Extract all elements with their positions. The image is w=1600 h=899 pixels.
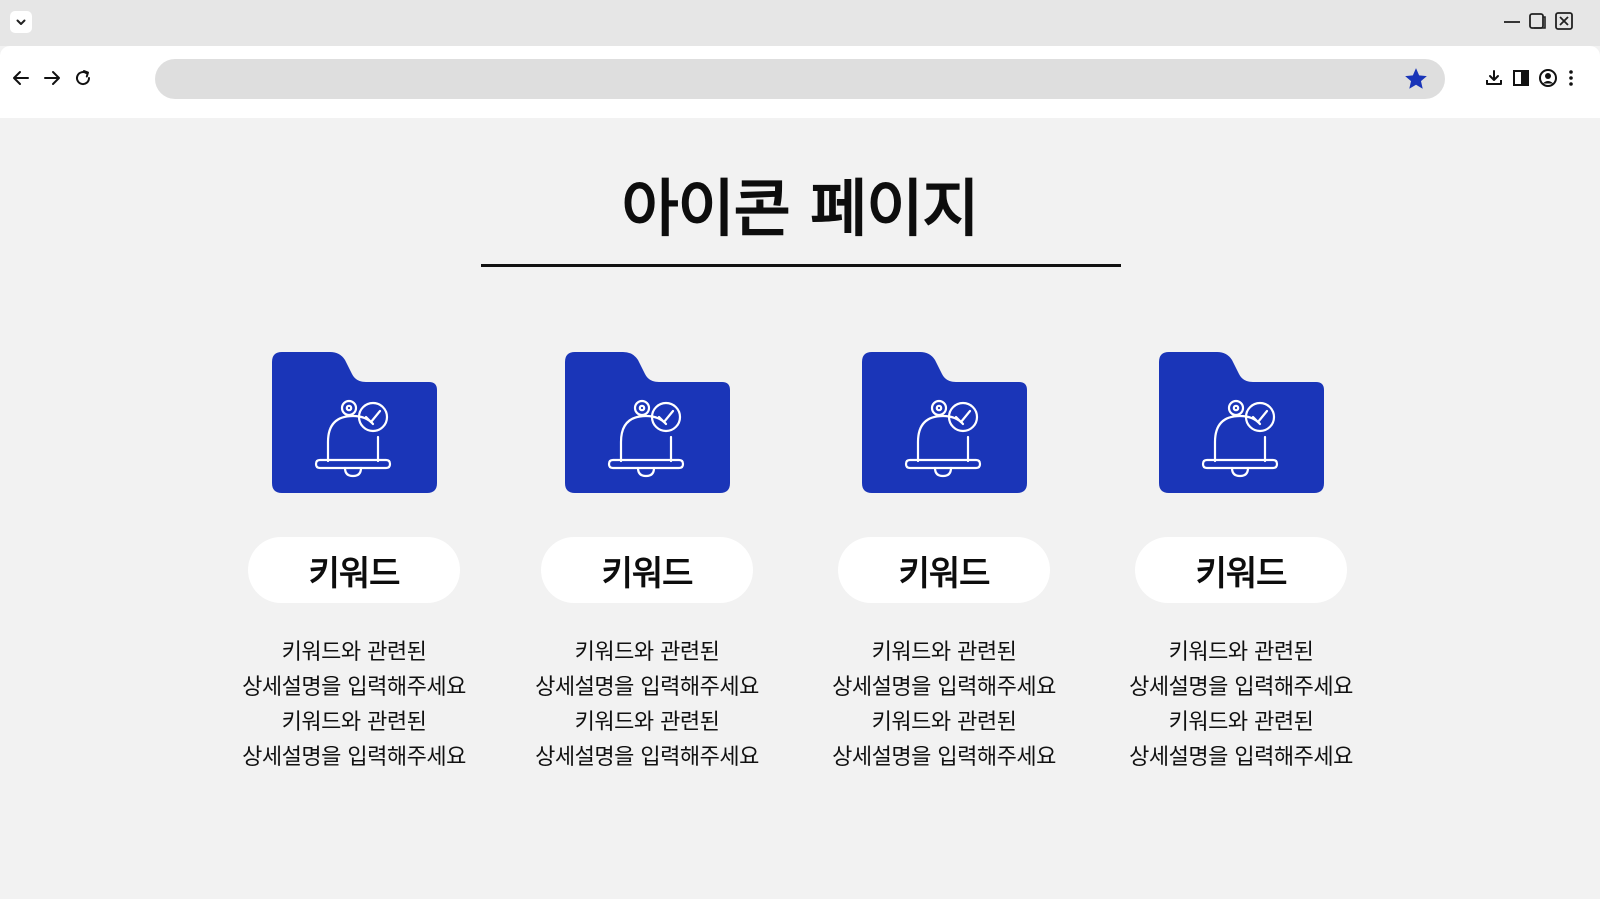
description-line: 상세설명을 입력해주세요 xyxy=(1129,745,1353,770)
description-line: 키워드와 관련된 xyxy=(574,640,720,665)
keyword-description: 키워드와 관련된 상세설명을 입력해주세요 키워드와 관련된 상세설명을 입력해… xyxy=(228,635,480,775)
window-controls xyxy=(1502,10,1574,32)
description-line: 상세설명을 입력해주세요 xyxy=(535,675,759,700)
keyword-label: 키워드 xyxy=(1195,553,1288,594)
folder-bell-icon xyxy=(272,352,437,493)
folder-bell-icon xyxy=(1159,352,1324,493)
description-line: 키워드와 관련된 xyxy=(574,710,720,735)
minimize-icon xyxy=(1504,21,1520,23)
restore-icon xyxy=(1529,13,1546,29)
description-line: 키워드와 관련된 xyxy=(871,640,1017,665)
profile-icon xyxy=(1539,69,1557,87)
keyword-label: 키워드 xyxy=(308,553,401,594)
forward-button[interactable] xyxy=(40,66,64,90)
folder-bell-icon xyxy=(565,352,730,493)
minimize-button[interactable] xyxy=(1502,10,1522,32)
folder-bell-icon xyxy=(862,352,1027,493)
keyword-pill: 키워드 xyxy=(248,537,460,603)
description-line: 키워드와 관련된 xyxy=(281,710,427,735)
tab-search-button[interactable] xyxy=(10,11,32,33)
back-arrow-icon xyxy=(13,71,29,85)
reload-icon xyxy=(76,70,91,86)
browser-toolbar xyxy=(0,46,1600,118)
keyword-pill: 키워드 xyxy=(1135,537,1347,603)
back-button[interactable] xyxy=(9,66,33,90)
title-bar xyxy=(0,0,1600,46)
keyword-label: 키워드 xyxy=(601,553,694,594)
restore-button[interactable] xyxy=(1528,10,1548,32)
sidebar-icon xyxy=(1513,70,1529,86)
description-line: 상세설명을 입력해주세요 xyxy=(242,675,466,700)
description-line: 키워드와 관련된 xyxy=(1168,640,1314,665)
address-bar[interactable] xyxy=(155,59,1445,99)
close-icon xyxy=(1555,12,1573,30)
download-icon xyxy=(1486,70,1502,85)
description-line: 상세설명을 입력해주세요 xyxy=(242,745,466,770)
profile-button[interactable] xyxy=(1536,66,1560,90)
reload-button[interactable] xyxy=(71,66,95,90)
keyword-pill: 키워드 xyxy=(838,537,1050,603)
title-divider xyxy=(481,264,1121,267)
description-line: 키워드와 관련된 xyxy=(281,640,427,665)
close-button[interactable] xyxy=(1554,10,1574,32)
keyword-pill: 키워드 xyxy=(541,537,753,603)
description-line: 키워드와 관련된 xyxy=(871,710,1017,735)
keyword-label: 키워드 xyxy=(898,553,991,594)
download-button[interactable] xyxy=(1482,66,1506,90)
star-icon[interactable] xyxy=(1403,66,1429,92)
description-line: 상세설명을 입력해주세요 xyxy=(535,745,759,770)
keyword-description: 키워드와 관련된 상세설명을 입력해주세요 키워드와 관련된 상세설명을 입력해… xyxy=(818,635,1070,775)
keyword-description: 키워드와 관련된 상세설명을 입력해주세요 키워드와 관련된 상세설명을 입력해… xyxy=(1115,635,1367,775)
description-line: 상세설명을 입력해주세요 xyxy=(1129,675,1353,700)
sidebar-button[interactable] xyxy=(1509,66,1533,90)
description-line: 상세설명을 입력해주세요 xyxy=(832,745,1056,770)
keyword-description: 키워드와 관련된 상세설명을 입력해주세요 키워드와 관련된 상세설명을 입력해… xyxy=(521,635,773,775)
more-menu-button[interactable] xyxy=(1559,66,1583,90)
forward-arrow-icon xyxy=(44,71,60,85)
more-vertical-icon xyxy=(1569,70,1573,86)
description-line: 상세설명을 입력해주세요 xyxy=(832,675,1056,700)
chevron-down-icon xyxy=(16,19,26,25)
description-line: 키워드와 관련된 xyxy=(1168,710,1314,735)
page-title: 아이콘 페이지 xyxy=(621,172,980,245)
